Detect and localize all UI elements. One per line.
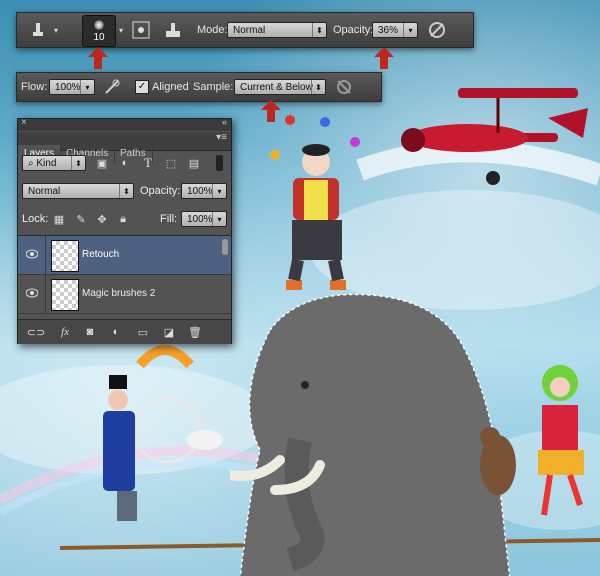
- panel-menu-icon[interactable]: ▾≡: [216, 132, 227, 143]
- sample-label: Sample:: [193, 81, 234, 93]
- visibility-eye-icon[interactable]: [25, 249, 39, 259]
- brush-size-dropdown-icon[interactable]: ▾: [116, 23, 126, 37]
- filter-pixel-icon[interactable]: ▣: [94, 155, 110, 171]
- chevron-down-icon: ▾: [80, 80, 94, 94]
- layer-style-fx-icon[interactable]: fx: [56, 324, 74, 340]
- tool-preset-chevron-icon[interactable]: ▾: [51, 23, 61, 37]
- sample-dropdown[interactable]: Current & Below ⬍: [234, 79, 326, 95]
- close-icon[interactable]: ×: [21, 117, 27, 128]
- brush-size-picker[interactable]: 10: [82, 15, 116, 47]
- fill-label: Fill:: [160, 213, 178, 225]
- girl-clown-image: [538, 365, 584, 516]
- layer-opacity-field[interactable]: 100% ▾: [181, 183, 227, 199]
- lock-transparent-icon[interactable]: ▦: [52, 212, 66, 226]
- blend-mode-value: Normal: [28, 186, 61, 197]
- layer-thumbnail: [51, 279, 79, 311]
- layer-row[interactable]: Magic brushes 2: [18, 275, 231, 314]
- layer-list: Retouch Magic brushes 2: [18, 235, 231, 318]
- ringmaster-image: [103, 345, 223, 521]
- layer-name: Magic brushes 2: [82, 288, 156, 299]
- visibility-eye-icon[interactable]: [25, 288, 39, 298]
- eye-divider: [45, 275, 46, 313]
- brush-panel-icon[interactable]: [163, 20, 183, 40]
- flow-value: 100%: [55, 82, 81, 93]
- chevron-down-icon: ▾: [212, 212, 226, 226]
- opacity-field[interactable]: 36% ▾: [372, 22, 418, 38]
- layer-name: Retouch: [82, 249, 120, 260]
- panel-footer: ⊂⊃ fx ◙ ◐ ▭ ◪ 🗑︎: [18, 319, 231, 344]
- fill-value: 100%: [187, 214, 213, 225]
- fill-field[interactable]: 100% ▾: [181, 211, 227, 227]
- layer-scrollbar[interactable]: [222, 239, 228, 255]
- filter-adjustment-icon[interactable]: ◐: [117, 155, 133, 171]
- biplane-image: [401, 88, 588, 185]
- aligned-checkbox[interactable]: ✓: [135, 80, 149, 94]
- lock-position-move-icon[interactable]: ✥: [95, 212, 109, 226]
- trash-icon[interactable]: 🗑︎: [187, 324, 203, 340]
- filter-shape-icon[interactable]: ⬚: [163, 155, 179, 171]
- red-arrow-sample: [261, 100, 281, 122]
- panel-tabs: Layers Channels Paths ▾≡: [18, 132, 231, 163]
- layers-panel: × « Layers Channels Paths ▾≡ ⌕ Kind ⬍ ▣ …: [17, 117, 232, 344]
- lock-label: Lock:: [22, 213, 49, 225]
- red-arrow-brush: [88, 47, 108, 69]
- filter-kind-dropdown[interactable]: ⌕ Kind ⬍: [22, 155, 86, 171]
- ignore-adjustment-layers-icon[interactable]: [335, 78, 353, 96]
- panel-titlebar[interactable]: × «: [18, 117, 231, 131]
- filter-toggle[interactable]: [216, 155, 223, 171]
- airbrush-icon[interactable]: [103, 78, 121, 96]
- flow-field[interactable]: 100% ▾: [49, 79, 95, 95]
- mode-dropdown[interactable]: Normal ⬍: [227, 22, 327, 38]
- mode-label: Mode:: [197, 24, 228, 36]
- link-layers-icon[interactable]: ⊂⊃: [27, 324, 45, 340]
- pressure-opacity-icon[interactable]: [427, 20, 447, 40]
- aligned-label: Aligned: [152, 81, 189, 93]
- clone-source-panel-icon[interactable]: [131, 20, 151, 40]
- chevron-down-icon: ▾: [212, 184, 226, 198]
- layer-opacity-value: 100%: [187, 186, 213, 197]
- flow-label: Flow:: [21, 81, 48, 93]
- brush-tip-icon: [94, 20, 104, 30]
- updown-arrow-icon: ⬍: [311, 80, 325, 94]
- opacity-value: 36%: [378, 25, 399, 36]
- red-arrow-opacity: [374, 47, 394, 69]
- opacity-label: Opacity:: [333, 24, 374, 36]
- brush-size-value: 10: [93, 32, 105, 43]
- options-bar-secondary: Flow: 100% ▾ ✓ Aligned Sample: Current &…: [16, 72, 382, 102]
- filter-smart-object-icon[interactable]: ▤: [186, 155, 202, 171]
- layer-thumbnail: [51, 240, 79, 272]
- clone-stamp-tool-icon[interactable]: [27, 19, 49, 41]
- new-layer-icon[interactable]: ◪: [161, 324, 177, 340]
- mode-value: Normal: [233, 25, 266, 36]
- chevron-down-icon: ▾: [403, 23, 417, 37]
- adjustment-layer-icon[interactable]: ◐: [108, 324, 124, 340]
- updown-arrow-icon: ⬍: [71, 156, 85, 170]
- blend-mode-dropdown[interactable]: Normal ⬍: [22, 183, 134, 199]
- lock-image-brush-icon[interactable]: ✎: [74, 212, 88, 226]
- sample-value: Current & Below: [240, 82, 313, 93]
- filter-type-icon[interactable]: T: [140, 155, 156, 171]
- add-mask-icon[interactable]: ◙: [82, 324, 98, 340]
- updown-arrow-icon: ⬍: [312, 23, 326, 37]
- layer-row[interactable]: Retouch: [18, 236, 231, 275]
- updown-arrow-icon: ⬍: [119, 184, 133, 198]
- eye-divider: [45, 236, 46, 274]
- options-bar: ▾ 10 ▾ Mode: Normal ⬍ Opacity: 36% ▾: [16, 12, 474, 48]
- monkey-image: [480, 427, 516, 495]
- filter-kind-value: Kind: [36, 158, 57, 169]
- layer-opacity-label: Opacity:: [140, 185, 181, 197]
- collapse-icon[interactable]: «: [222, 117, 227, 127]
- lock-all-icon[interactable]: 🔒︎: [116, 212, 130, 226]
- new-group-folder-icon[interactable]: ▭: [135, 324, 151, 340]
